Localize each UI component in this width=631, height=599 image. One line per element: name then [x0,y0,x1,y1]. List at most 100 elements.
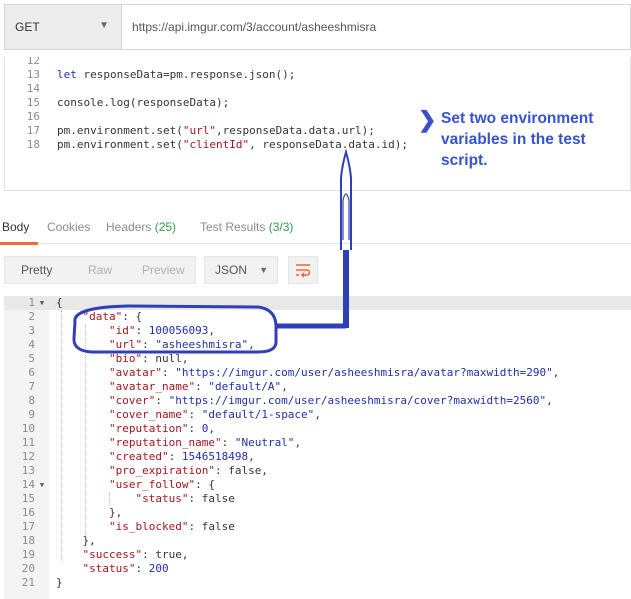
response-code: "user_follow": { [108,478,215,491]
script-line: 13 let responseData=pm.response.json(); [5,68,296,82]
tab-headers-label: Headers [106,220,152,234]
line-number: 15 [21,492,35,505]
response-code: "cover_name": "default/1-space", [108,408,321,421]
line-number: 16 [26,110,40,123]
script-line: 17 pm.environment.set("url",responseData.… [5,124,375,138]
line-number: 2 [28,310,35,323]
response-line: 5 "bio": null, [4,352,188,366]
line-number: 9 [28,408,35,421]
fold-toggle-icon[interactable]: ▼ [35,296,49,310]
response-code: "is_blocked": false [108,520,235,533]
headers-count: (25) [154,220,177,234]
fold-toggle-icon[interactable]: ▼ [35,478,49,492]
response-line: 17 "is_blocked": false [4,520,235,534]
chevron-right-icon: ❯ [418,107,437,132]
response-line: 20 "status": 200 [4,562,169,576]
response-code: "cover": "https://imgur.com/user/asheesh… [108,394,553,407]
response-line: 14 ▼ "user_follow": { [4,478,215,492]
response-line: 3 "id": 100056093, [4,324,215,338]
response-line: 21} [4,576,63,590]
response-line: 13 "pro_expiration": false, [4,464,268,478]
wrap-lines-button[interactable] [288,256,318,284]
line-number: 14 [21,478,35,491]
response-code: }, [56,506,123,519]
response-code: "id": 100056093, [108,324,215,337]
response-code: "reputation_name": "Neutral", [108,436,302,449]
active-tab-indicator [0,242,38,245]
script-code [40,82,57,96]
response-code: "status": 200 [82,562,169,575]
view-mode-group: Pretty Raw Preview [4,256,196,284]
url-input[interactable]: https://api.imgur.com/3/account/asheeshm… [122,5,630,49]
request-url-bar: GET ▼ https://api.imgur.com/3/account/as… [4,4,631,50]
line-number: 4 [28,338,35,351]
script-code: let responseData=pm.response.json(); [57,68,296,81]
response-line: 12 "created": 1546518498, [4,450,255,464]
line-number: 21 [21,576,35,589]
response-line: 16 }, [4,506,122,520]
line-number: 8 [28,394,35,407]
line-number: 12 [21,450,35,463]
response-code: "avatar_name": "default/A", [108,380,288,393]
line-number: 6 [28,366,35,379]
active-line-highlight [4,296,631,310]
tab-cookies[interactable]: Cookies [47,220,90,234]
script-line: 14 [5,82,57,96]
raw-button[interactable]: Raw [68,257,131,283]
response-code: "created": 1546518498, [108,450,255,463]
format-select[interactable]: JSON ▼ [204,256,278,284]
format-label: JSON [215,263,248,277]
line-number: 11 [21,436,35,449]
script-code: pm.environment.set("clientId", responseD… [57,138,409,151]
response-code: { [56,296,63,309]
script-line: 12 [5,57,57,68]
line-number: 15 [26,96,40,109]
response-line: 1 ▼ { [4,296,63,310]
tab-headers[interactable]: Headers (25) [106,220,176,234]
response-code: "bio": null, [108,352,189,365]
response-body[interactable]: 1 ▼{2 "data": {3 "id": 100056093, 4 "url":… [4,296,631,599]
line-number: 17 [21,520,35,533]
response-code: "data": { [82,310,143,323]
annotation-callout: Set two environment variables in the tes… [441,110,594,169]
tab-body[interactable]: Body [2,220,29,234]
line-number: 13 [26,68,40,81]
response-tabs: Body Cookies Headers (25) Test Results (… [0,216,631,245]
line-number: 18 [21,534,35,547]
script-code: console.log(responseData); [57,96,230,109]
pretty-button[interactable]: Pretty [5,257,68,283]
line-number: 19 [21,548,35,561]
line-number: 12 [26,57,40,67]
preview-button[interactable]: Preview [132,257,195,283]
script-line: 18 pm.environment.set("clientId", respons… [5,138,408,152]
response-code: "pro_expiration": false, [108,464,268,477]
response-line: 15 "status": false [4,492,235,506]
response-line: 4 "url": "asheeshmisra", [4,338,254,352]
line-number: 18 [26,138,40,151]
method-select[interactable]: GET ▼ [5,5,122,49]
wrap-lines-icon [296,264,311,278]
line-number: 3 [28,324,35,337]
response-code: }, [56,534,96,547]
response-line: 9 "cover_name": "default/1-space", [4,408,321,422]
test-results-count: (3/3) [268,220,294,234]
line-number: 1 [28,296,35,309]
response-line: 11 "reputation_name": "Neutral", [4,436,301,450]
tab-test-results[interactable]: Test Results (3/3) [200,220,293,234]
response-code: "reputation": 0, [108,422,215,435]
response-code: } [56,576,63,589]
